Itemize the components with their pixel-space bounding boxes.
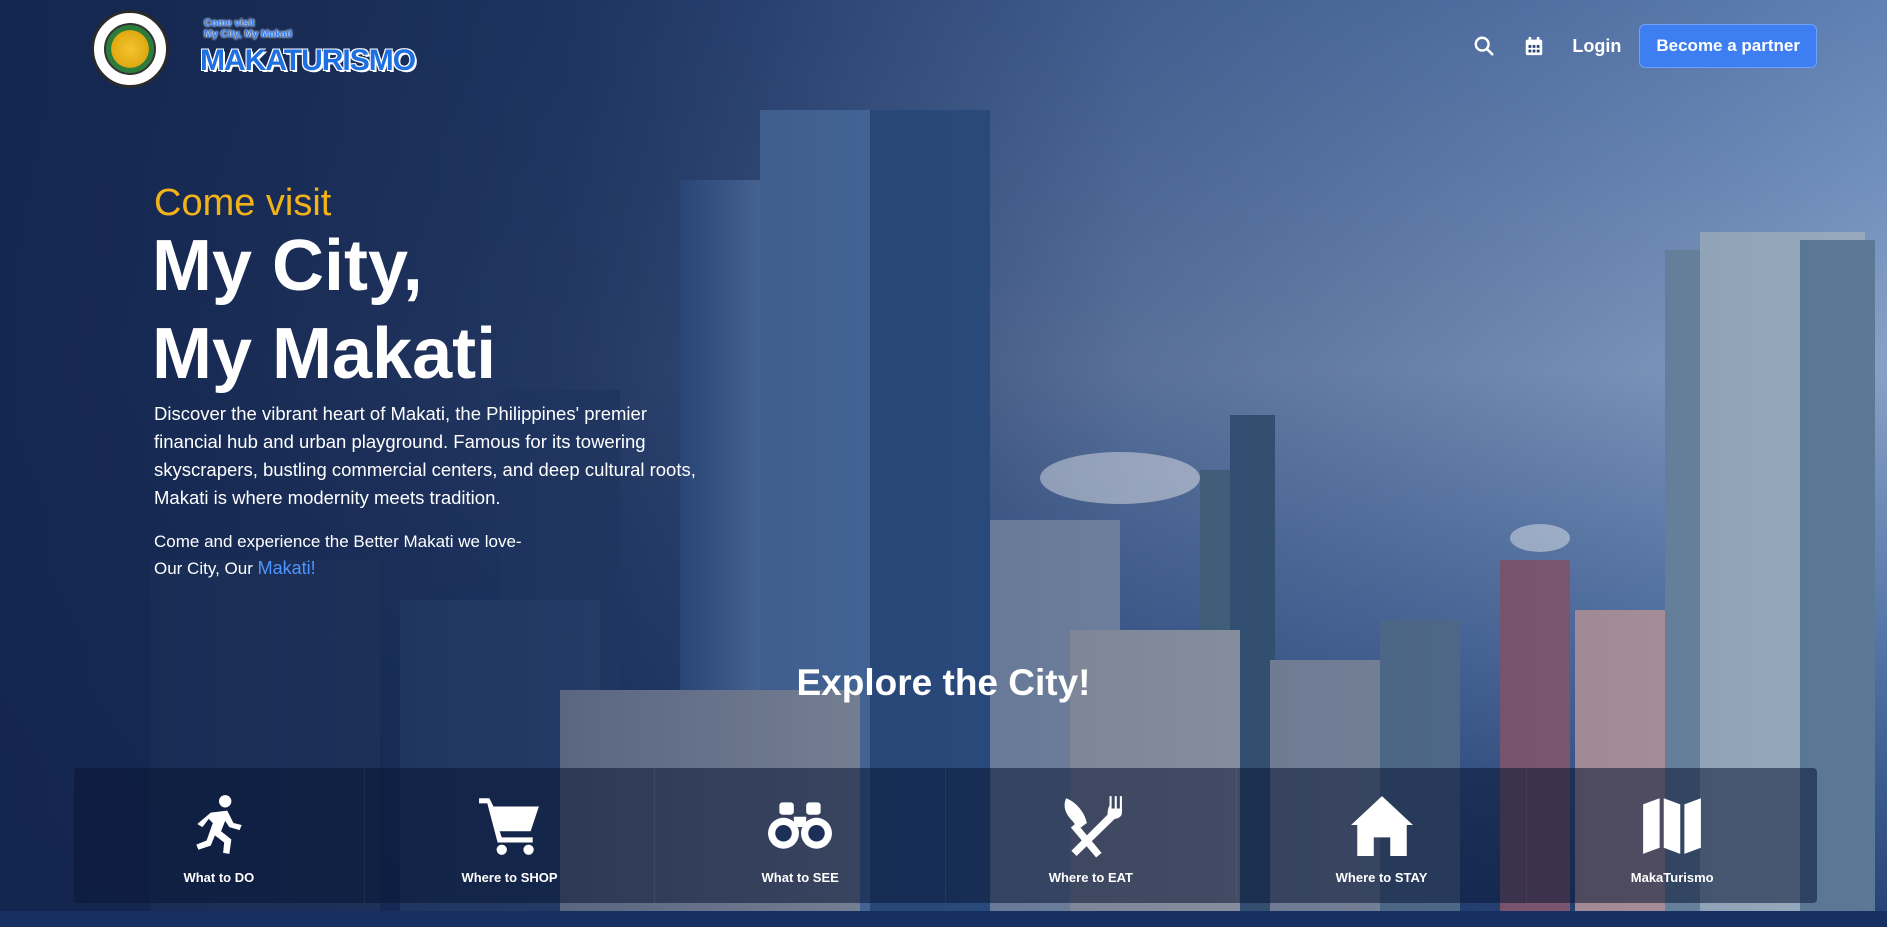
category-what-to-do[interactable]: What to DO (74, 768, 365, 903)
category-bar: What to DO Where to SHOP What to SEE Whe… (74, 768, 1817, 903)
category-where-to-shop[interactable]: Where to SHOP (365, 768, 656, 903)
logo-tagline-line1: Come visit (204, 18, 255, 29)
hero-eyebrow: Come visit (154, 182, 332, 224)
running-person-icon (196, 795, 242, 854)
hero-tagline-line2: Our City, Our Makati! (154, 555, 522, 582)
become-partner-button[interactable]: Become a partner (1639, 24, 1817, 68)
category-label: MakaTurismo (1630, 870, 1714, 885)
hero-headline-line1: My City, (152, 226, 423, 306)
map-icon (1643, 798, 1702, 854)
logo-tagline-line2: My City, My Makati (204, 29, 293, 40)
page-bottom-strip (0, 911, 1887, 927)
hero-tagline: Come and experience the Better Makati we… (154, 528, 522, 582)
explore-heading: Explore the City! (796, 662, 1091, 703)
hero-headline-line2: My Makati (152, 314, 497, 394)
category-label: What to DO (183, 870, 255, 885)
category-label: Where to SHOP (461, 870, 558, 885)
hero-tagline-line1: Come and experience the Better Makati we… (154, 532, 522, 551)
calendar-icon[interactable] (1522, 34, 1546, 58)
category-label: What to SEE (761, 870, 839, 885)
house-icon (1350, 796, 1413, 856)
top-navigation: Login Become a partner (1472, 24, 1817, 68)
seal-emblem-icon (104, 23, 156, 75)
hero-description: Discover the vibrant heart of Makati, th… (154, 403, 696, 508)
utensils-icon (1064, 796, 1122, 858)
login-link[interactable]: Login (1572, 36, 1621, 57)
shopping-cart-icon (478, 798, 539, 855)
search-icon[interactable] (1472, 34, 1496, 58)
category-where-to-stay[interactable]: Where to STAY (1237, 768, 1528, 903)
hero-headline: My City, My Makati (152, 222, 496, 398)
binoculars-icon (768, 802, 833, 849)
makaturismo-logo[interactable]: Come visit My City, My Makati MAKATURISM… (200, 18, 416, 82)
category-label: Where to EAT (1048, 870, 1133, 885)
makati-city-seal-logo[interactable] (91, 10, 169, 88)
category-makaturismo[interactable]: MakaTurismo (1527, 768, 1817, 903)
category-where-to-eat[interactable]: Where to EAT (946, 768, 1237, 903)
category-what-to-see[interactable]: What to SEE (655, 768, 947, 903)
category-label: Where to STAY (1335, 870, 1428, 885)
makati-link[interactable]: Makati! (258, 558, 316, 578)
hero-tagline-prefix: Our City, Our (154, 559, 258, 578)
logo-wordmark: MAKATURISMO (200, 44, 416, 77)
